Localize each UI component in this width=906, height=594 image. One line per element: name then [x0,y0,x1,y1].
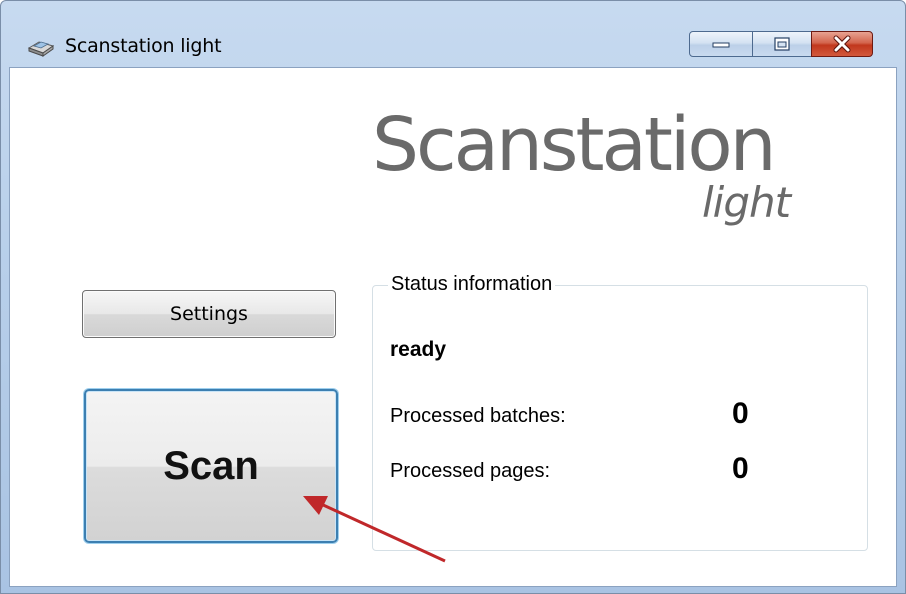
scanner-icon [27,41,55,57]
processed-pages-value: 0 [732,452,749,485]
status-group-label: Status information [388,273,556,296]
maximize-icon [774,37,790,51]
logo-wordmark: Scanstation [372,102,777,188]
title-bar[interactable]: Scanstation light [1,1,905,57]
minimize-button[interactable] [689,31,753,57]
maximize-button[interactable] [752,31,812,57]
logo-subtitle: light [702,178,791,227]
processed-batches-label: Processed batches: [390,405,566,427]
processed-batches-value: 0 [732,397,749,430]
minimize-icon [712,42,730,48]
client-area: Scanstation light Settings Scan Status i… [9,67,897,587]
status-state: ready [390,338,447,361]
app-window: Scanstation light Scanstation light Sett… [0,0,906,594]
close-icon [833,35,851,53]
close-button[interactable] [811,31,873,57]
processed-pages-label: Processed pages: [390,460,551,482]
scan-button[interactable]: Scan [84,389,338,543]
settings-button[interactable]: Settings [82,290,336,338]
window-title: Scanstation light [65,35,222,57]
